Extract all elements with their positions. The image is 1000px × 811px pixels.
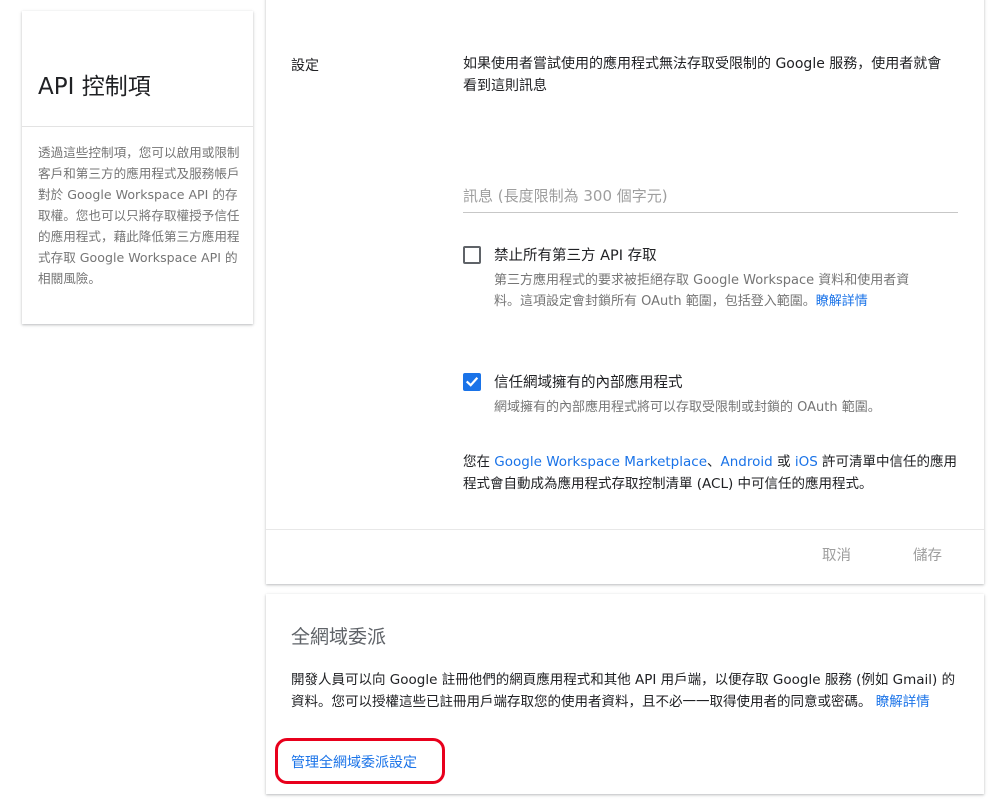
api-controls-sidebar-card: API 控制項 透過這些控制項，您可以啟用或限制客戶和第三方的應用程式及服務帳戶… <box>22 11 253 324</box>
block-all-third-party-checkbox[interactable] <box>463 246 481 264</box>
trust-internal-apps-checkbox[interactable] <box>463 373 481 391</box>
cancel-button[interactable]: 取消 <box>822 544 851 565</box>
delegation-description: 開發人員可以向 Google 註冊他們的網頁應用程式和其他 API 用戶端，以便… <box>291 669 961 713</box>
trust-internal-apps-description: 網域擁有的內部應用程式將可以存取受限制或封鎖的 OAuth 範圍。 <box>494 400 881 415</box>
trust-note-sep2: 或 <box>772 454 795 470</box>
block-all-third-party-label[interactable]: 禁止所有第三方 API 存取 <box>494 244 657 265</box>
trust-note-sep1: 、 <box>707 454 721 470</box>
block-all-third-party-description: 第三方應用程式的要求被拒絕存取 Google Workspace 資料和使用者資… <box>494 270 934 312</box>
blocked-message-input[interactable] <box>463 180 958 213</box>
sidebar-title: API 控制項 <box>38 74 151 100</box>
android-link[interactable]: Android <box>721 454 773 470</box>
settings-label: 設定 <box>291 58 319 74</box>
trusted-apps-note: 您在 Google Workspace Marketplace、Android … <box>463 451 958 495</box>
block-all-learn-more-link[interactable]: 瞭解詳情 <box>816 294 868 309</box>
ios-link[interactable]: iOS <box>795 454 818 470</box>
delegation-description-text: 開發人員可以向 Google 註冊他們的網頁應用程式和其他 API 用戶端，以便… <box>291 672 956 710</box>
sidebar-description: 透過這些控制項，您可以啟用或限制客戶和第三方的應用程式及服務帳戶對於 Googl… <box>38 145 240 286</box>
settings-card: 設定 如果使用者嘗試使用的應用程式無法存取受限制的 Google 服務，使用者就… <box>266 0 984 584</box>
manage-link-highlight-box <box>275 738 445 784</box>
delegation-learn-more-link[interactable]: 瞭解詳情 <box>876 694 930 710</box>
save-button[interactable]: 儲存 <box>913 544 942 565</box>
checkmark-icon <box>465 377 479 387</box>
trust-internal-apps-label[interactable]: 信任網域擁有的內部應用程式 <box>494 371 683 392</box>
trust-note-prefix: 您在 <box>463 454 495 470</box>
card-footer-divider <box>266 529 984 530</box>
delegation-title: 全網域委派 <box>291 626 387 648</box>
sidebar-title-area: API 控制項 <box>22 11 253 127</box>
settings-intro-text: 如果使用者嘗試使用的應用程式無法存取受限制的 Google 服務，使用者就會看到… <box>463 56 942 94</box>
marketplace-link[interactable]: Google Workspace Marketplace <box>494 454 707 470</box>
